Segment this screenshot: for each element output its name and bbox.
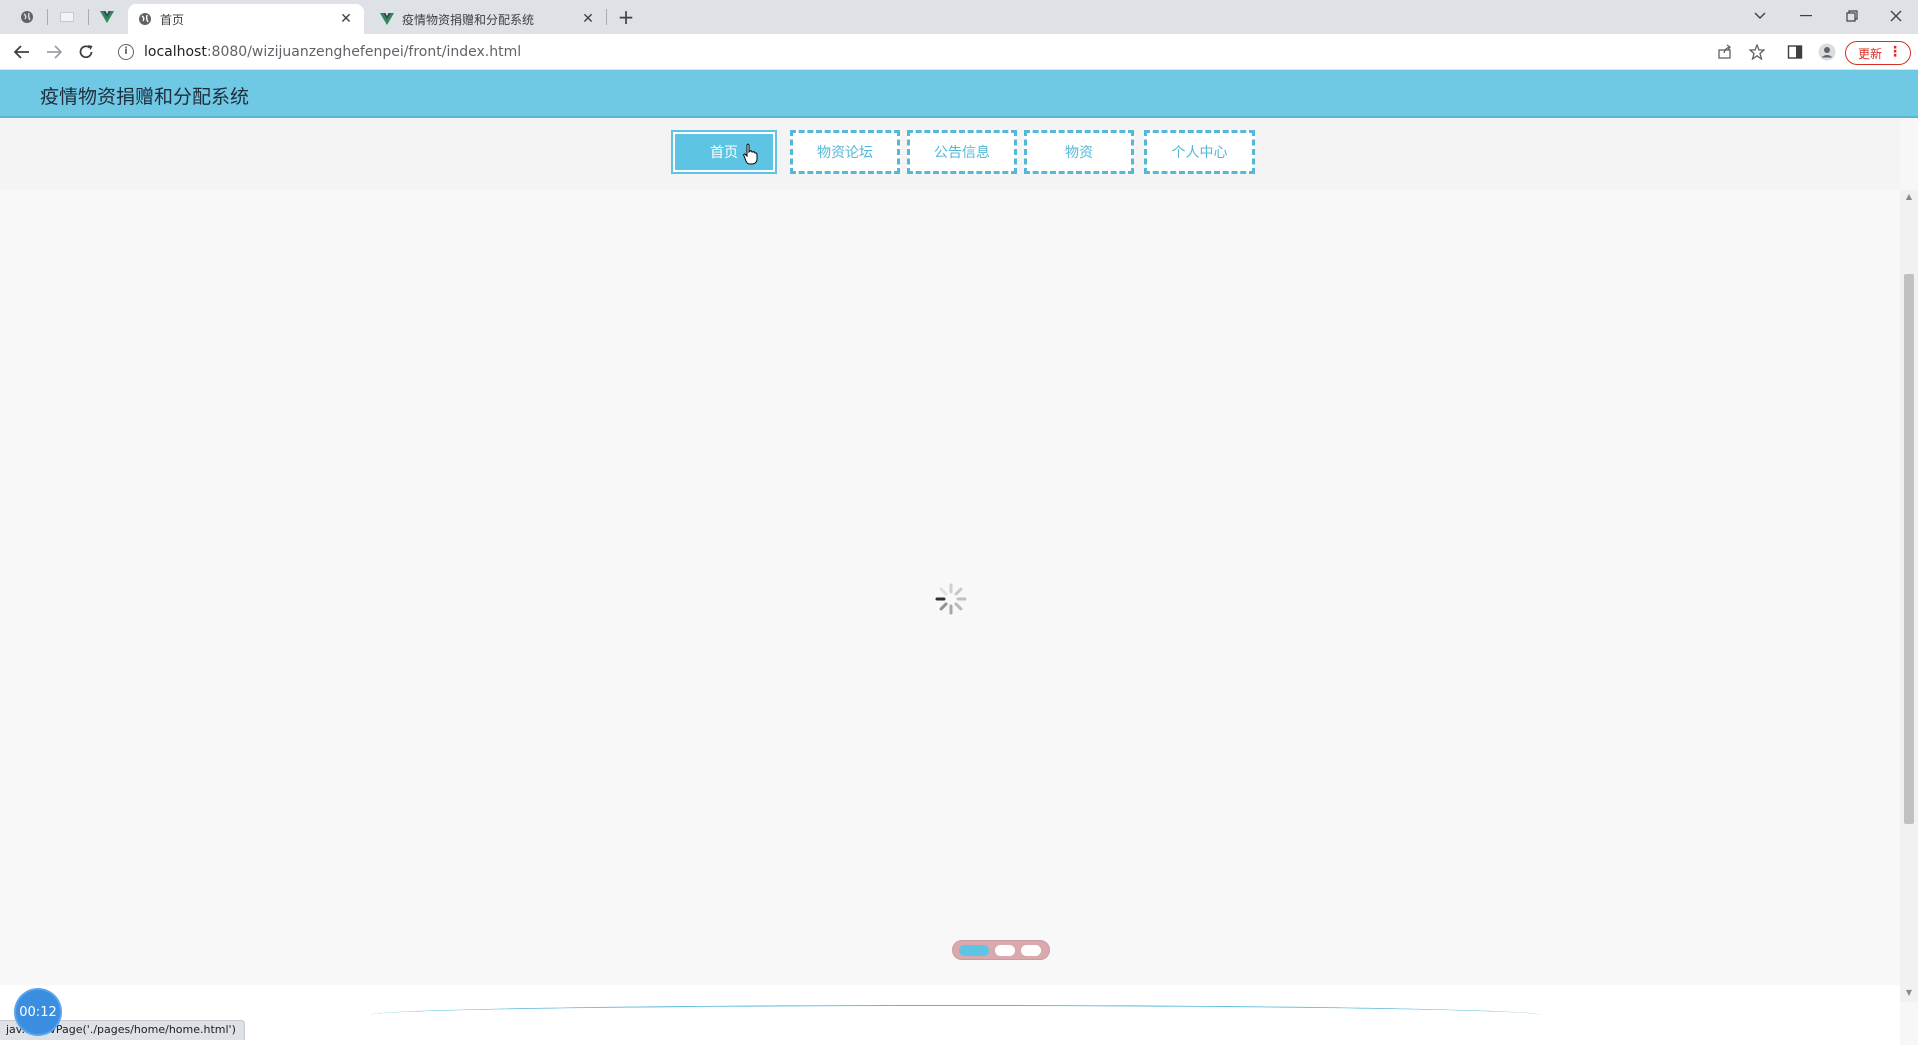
vue-logo-icon bbox=[100, 11, 114, 23]
minimize-button[interactable] bbox=[1786, 4, 1826, 28]
tab-home[interactable]: 首页 ✕ bbox=[128, 4, 364, 34]
url-text: localhost:8080/wizijuanzenghefenpei/fron… bbox=[144, 44, 521, 60]
loading-spinner-icon bbox=[935, 583, 967, 615]
menu-item-personal-center[interactable]: 个人中心 bbox=[1144, 130, 1255, 174]
tab-system[interactable]: 疫情物资捐赠和分配系统 ✕ bbox=[370, 4, 606, 34]
update-label: 更新 bbox=[1858, 46, 1883, 61]
carousel-dot-2[interactable] bbox=[995, 945, 1015, 956]
more-menu-icon[interactable]: ⋮ bbox=[1888, 44, 1902, 60]
site-title: 疫情物资捐赠和分配系统 bbox=[40, 86, 250, 108]
chevron-down-icon bbox=[1754, 12, 1766, 19]
main-menu: 首页 物资论坛 公告信息 物资 个人中心 bbox=[0, 118, 1900, 198]
info-icon[interactable]: i bbox=[118, 44, 134, 60]
share-icon bbox=[1718, 44, 1731, 59]
restore-icon bbox=[1846, 10, 1858, 22]
menu-item-forum[interactable]: 物资论坛 bbox=[790, 130, 900, 174]
browser-tab-strip: 首页 ✕ 疫情物资捐赠和分配系统 ✕ + bbox=[0, 0, 1918, 34]
blank-page-icon bbox=[60, 12, 74, 22]
scroll-down-arrow-icon[interactable]: ▼ bbox=[1904, 988, 1914, 998]
recording-timer: 00:12 bbox=[16, 990, 60, 1034]
close-icon bbox=[1890, 10, 1902, 22]
reload-icon bbox=[79, 45, 93, 59]
scrollbar-thumb[interactable] bbox=[1904, 274, 1914, 824]
address-bar[interactable]: i localhost:8080/wizijuanzenghefenpei/fr… bbox=[110, 38, 1750, 66]
carousel-dot-1[interactable] bbox=[959, 945, 989, 956]
tab-search-button[interactable] bbox=[1740, 4, 1780, 28]
tab-close-icon[interactable]: ✕ bbox=[338, 11, 354, 27]
update-button[interactable]: 更新 ⋮ bbox=[1845, 41, 1911, 65]
menu-item-label: 个人中心 bbox=[1171, 145, 1228, 161]
site-header: 疫情物资捐赠和分配系统 bbox=[0, 70, 1918, 118]
tab-title: 疫情物资捐赠和分配系统 bbox=[402, 12, 535, 27]
menu-item-label: 首页 bbox=[710, 145, 738, 161]
page-scrollbar[interactable]: ▲ ▼ bbox=[1900, 190, 1918, 1002]
star-icon bbox=[1749, 44, 1765, 60]
carousel-dot-3[interactable] bbox=[1021, 945, 1041, 956]
minimize-icon bbox=[1800, 15, 1812, 17]
menu-item-label: 物资论坛 bbox=[817, 145, 873, 161]
pinned-tab-vue[interactable] bbox=[92, 6, 122, 28]
url-path: :8080/wizijuanzenghefenpei/front/index.h… bbox=[206, 44, 522, 60]
sidepanel-icon bbox=[1787, 45, 1803, 59]
menu-item-announcements[interactable]: 公告信息 bbox=[907, 130, 1017, 174]
arrow-right-icon bbox=[47, 45, 62, 59]
browser-toolbar: i localhost:8080/wizijuanzenghefenpei/fr… bbox=[0, 34, 1918, 70]
url-host: localhost bbox=[144, 44, 207, 60]
side-panel-button[interactable] bbox=[1785, 42, 1805, 62]
tab-separator bbox=[88, 9, 89, 25]
menu-item-home[interactable]: 首页 bbox=[671, 130, 777, 174]
tab-close-icon[interactable]: ✕ bbox=[580, 11, 596, 27]
globe-icon bbox=[21, 11, 33, 23]
pinned-tab-globe[interactable] bbox=[12, 6, 42, 28]
scroll-up-arrow-icon[interactable]: ▲ bbox=[1904, 192, 1914, 202]
hand-cursor-icon bbox=[743, 143, 758, 165]
menu-item-label: 物资 bbox=[1065, 145, 1093, 161]
menu-item-supplies[interactable]: 物资 bbox=[1024, 130, 1134, 174]
menu-item-label: 公告信息 bbox=[934, 145, 990, 161]
content-area bbox=[0, 190, 1900, 990]
pinned-tab-blank[interactable] bbox=[52, 6, 82, 28]
arrow-left-icon bbox=[14, 45, 29, 59]
back-button[interactable] bbox=[10, 40, 34, 64]
globe-icon bbox=[139, 13, 151, 25]
decorative-arc bbox=[370, 1005, 1540, 1025]
share-button[interactable] bbox=[1715, 42, 1735, 62]
profile-icon bbox=[1818, 43, 1836, 61]
restore-button[interactable] bbox=[1832, 4, 1872, 28]
web-page: 疫情物资捐赠和分配系统 首页 物资论坛 公告信息 物资 个人中心 ▲ ▼ bbox=[0, 70, 1918, 1045]
carousel-indicator bbox=[952, 940, 1050, 960]
close-window-button[interactable] bbox=[1876, 4, 1916, 28]
tab-separator bbox=[47, 9, 48, 25]
profile-button[interactable] bbox=[1817, 42, 1837, 62]
bookmark-button[interactable] bbox=[1747, 42, 1767, 62]
new-tab-button[interactable]: + bbox=[614, 6, 638, 30]
vue-logo-icon bbox=[380, 13, 394, 25]
tab-separator bbox=[606, 9, 607, 25]
forward-button[interactable] bbox=[42, 40, 66, 64]
tab-title: 首页 bbox=[160, 12, 185, 27]
reload-button[interactable] bbox=[74, 40, 98, 64]
